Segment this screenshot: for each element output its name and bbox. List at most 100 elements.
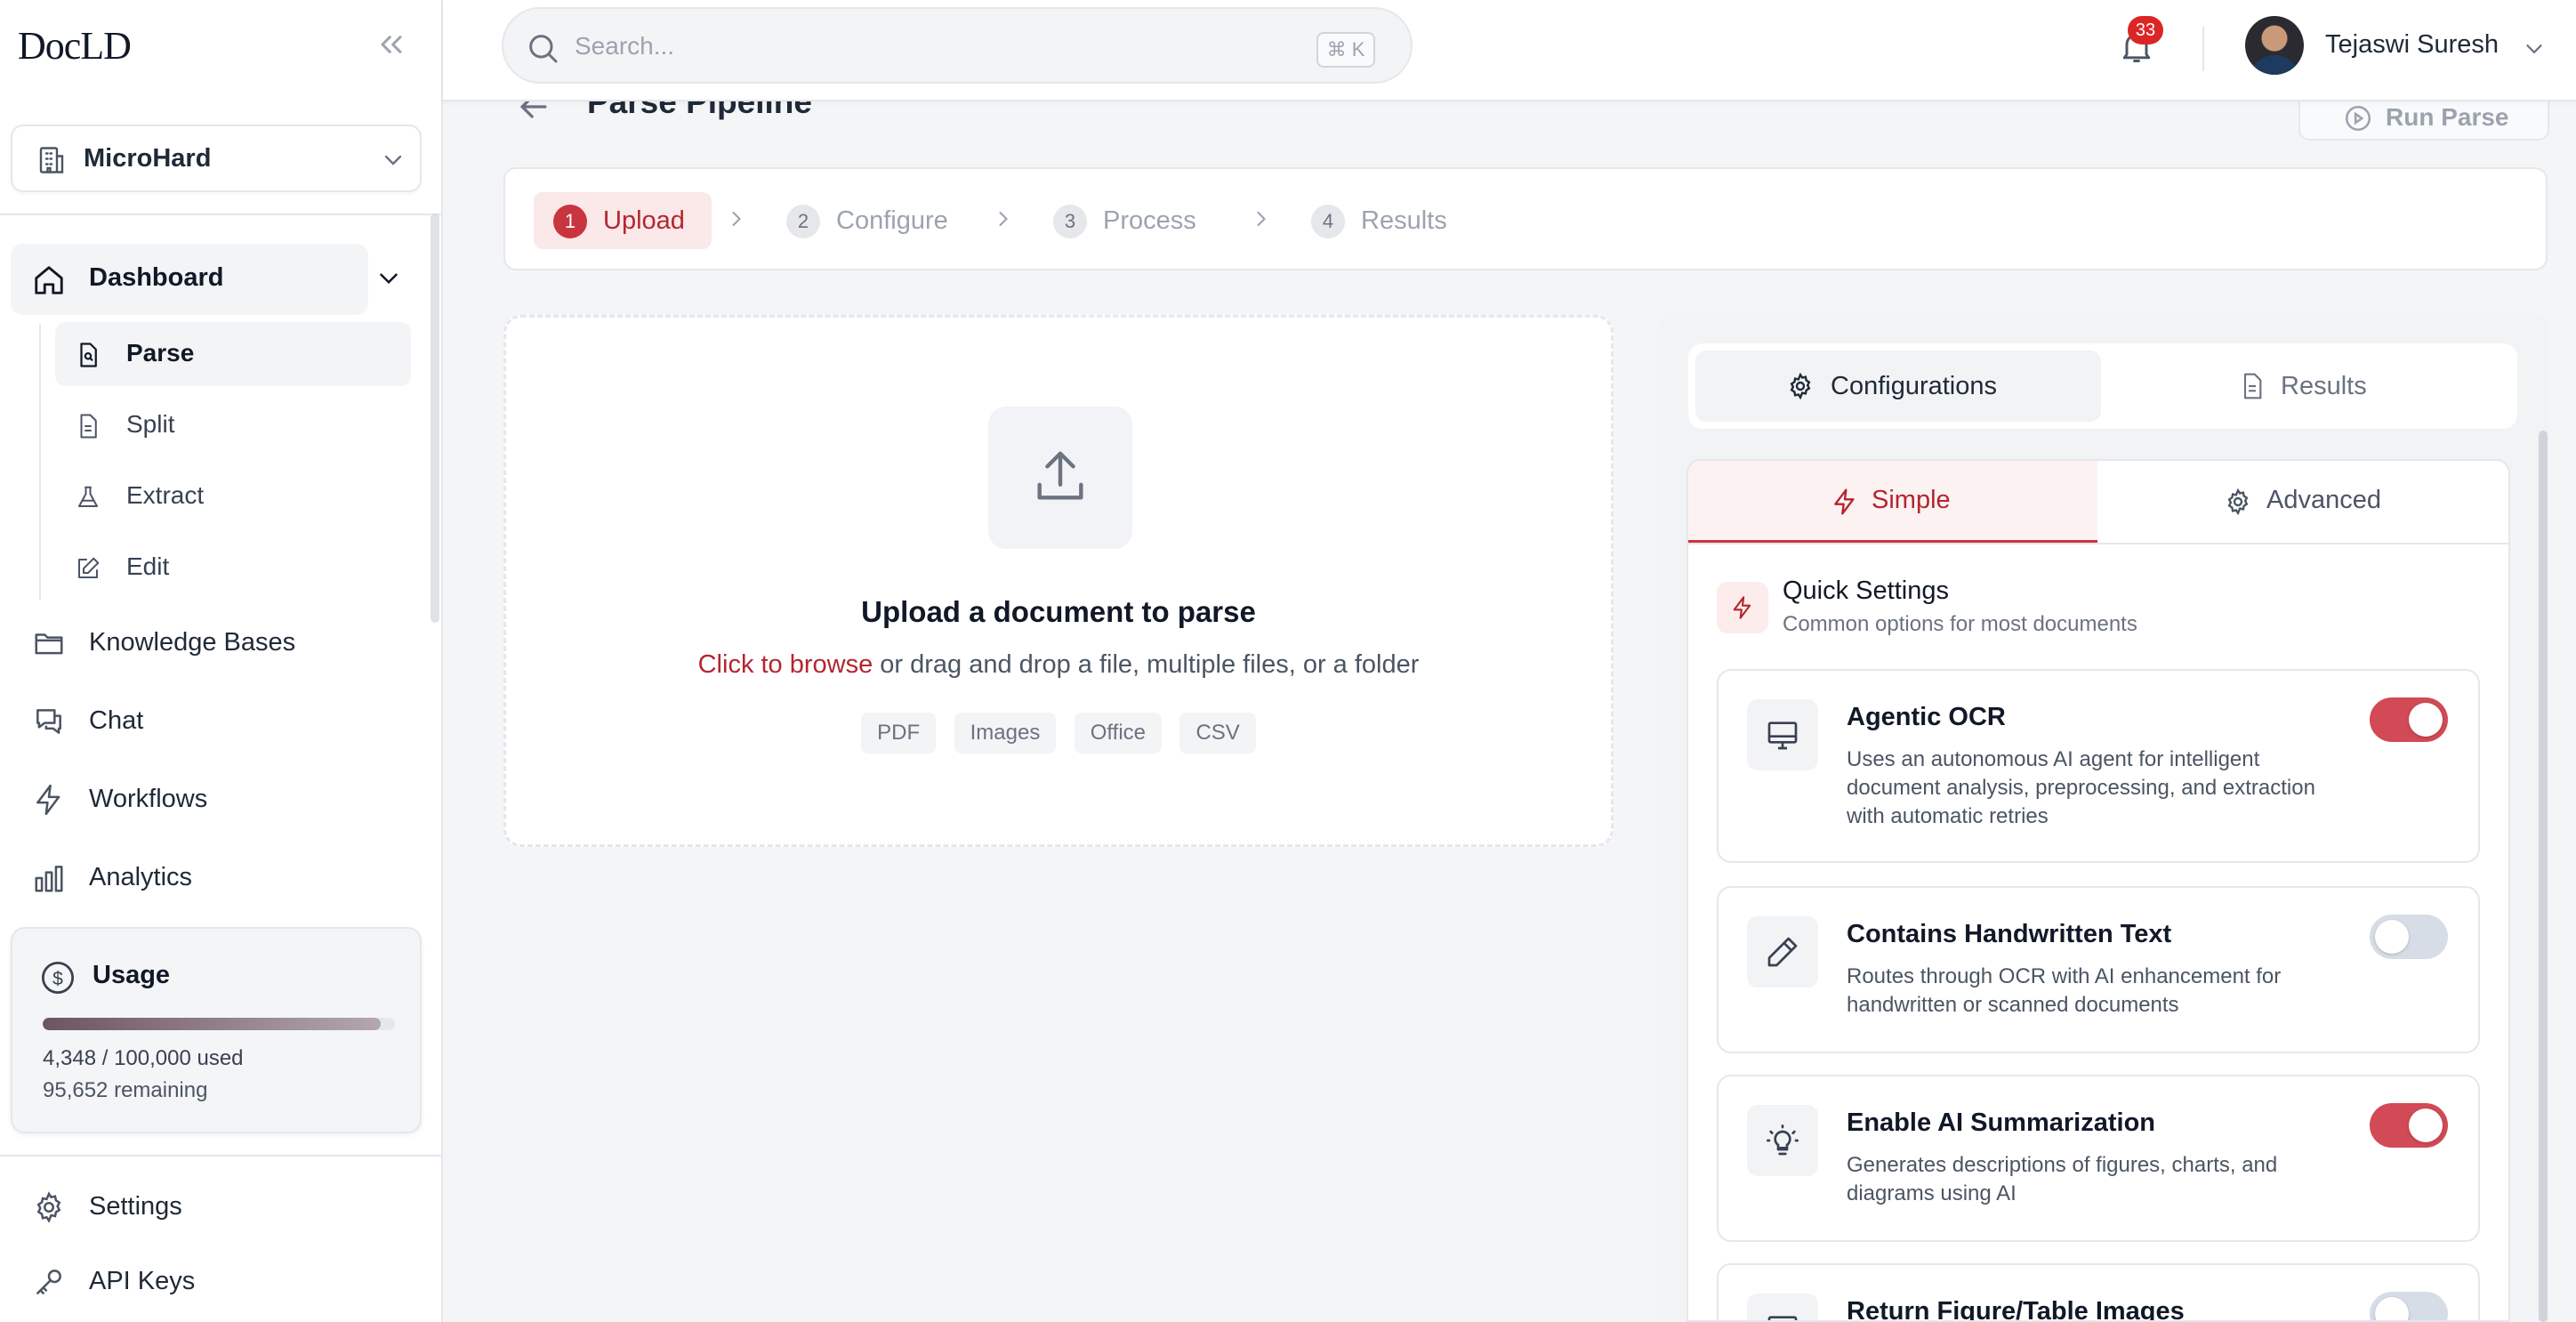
bar-chart-icon [32, 861, 66, 895]
shortcut-hint: ⌘ K [1316, 32, 1375, 68]
agentic-ocr-toggle[interactable] [2370, 697, 2448, 742]
sidebar-item-label: Chat [89, 706, 144, 735]
sidebar-item-workflows[interactable]: Workflows [11, 765, 422, 833]
mode-tabs: Simple Advanced [1688, 461, 2508, 544]
option-title: Agentic OCR [1847, 703, 2006, 731]
tab-advanced[interactable]: Advanced [2099, 461, 2508, 543]
browse-link[interactable]: Click to browse [698, 650, 873, 679]
panel-tabs: Configurations Results [1688, 343, 2517, 429]
tab-results[interactable]: Results [2105, 351, 2510, 422]
upload-dropzone[interactable]: Upload a document to parse Click to brow… [503, 315, 1614, 847]
lightning-icon [1733, 596, 1751, 619]
building-icon [36, 144, 68, 176]
tab-label: Simple [1872, 486, 1951, 514]
home-icon [32, 263, 66, 297]
collapse-sidebar-icon[interactable] [374, 27, 409, 62]
upload-instructions: Click to browse or drag and drop a file,… [506, 650, 1611, 680]
step-number: 2 [786, 205, 820, 238]
step-label: Process [1103, 206, 1196, 235]
sidebar-item-api-keys[interactable]: API Keys [11, 1247, 422, 1315]
step-configure[interactable]: 2 Configure [767, 192, 980, 249]
sidebar-item-analytics[interactable]: Analytics [11, 843, 422, 911]
play-circle-icon [2343, 103, 2373, 133]
dashboard-expand-toggle[interactable] [374, 263, 404, 294]
sidebar-scrollbar[interactable] [431, 214, 439, 623]
sidebar-item-chat[interactable]: Chat [11, 687, 422, 754]
usage-title: Usage [93, 961, 171, 989]
brand-logo[interactable]: DocLD [18, 23, 132, 69]
sidebar-item-label: Knowledge Bases [89, 628, 296, 657]
ai-summarization-toggle[interactable] [2370, 1103, 2448, 1148]
sidebar-item-knowledge-bases[interactable]: Knowledge Bases [11, 609, 422, 676]
pipeline-stepper: 1 Upload 2 Configure 3 Process 4 Results [503, 167, 2548, 270]
tab-configurations[interactable]: Configurations [1695, 351, 2101, 422]
upload-title: Upload a document to parse [861, 595, 1256, 628]
sidebar-item-label: Parse [126, 339, 195, 367]
lightbulb-icon [1747, 1105, 1818, 1176]
gear-icon [32, 1190, 66, 1224]
sidebar-item-edit[interactable]: Edit [55, 536, 411, 600]
chevron-down-icon [379, 146, 407, 174]
format-chips: PDF Images Office CSV [506, 713, 1611, 754]
chat-bubbles-icon [32, 705, 66, 738]
sidebar-item-extract[interactable]: Extract [55, 464, 411, 528]
search-icon [525, 30, 560, 66]
option-title: Enable AI Summarization [1847, 1108, 2155, 1137]
chevron-right-icon [1249, 206, 1274, 231]
document-icon [2238, 372, 2266, 400]
quick-settings-icon-box [1717, 582, 1768, 633]
step-number: 4 [1311, 205, 1345, 238]
top-bar: ⌘ K 33 Tejaswi Suresh [443, 0, 2576, 101]
divider [0, 1155, 441, 1157]
option-description: Routes through OCR with AI enhancement f… [1847, 964, 2282, 1017]
sidebar-item-label: Edit [126, 552, 170, 580]
usage-progress-fill [43, 1018, 382, 1030]
search-input[interactable] [575, 27, 1233, 66]
step-process[interactable]: 3 Process [1034, 192, 1238, 249]
sidebar: DocLD MicroHard Dashboard Parse Split Ex… [0, 0, 443, 1322]
org-selector[interactable]: MicroHard [11, 125, 422, 192]
file-icon [75, 413, 101, 439]
gear-icon [1786, 372, 1815, 400]
sidebar-item-dashboard[interactable]: Dashboard [11, 244, 368, 315]
user-name[interactable]: Tejaswi Suresh [2325, 30, 2499, 60]
sidebar-item-split[interactable]: Split [55, 393, 411, 457]
step-number: 1 [553, 205, 587, 238]
submenu-rail [39, 324, 41, 600]
step-results[interactable]: 4 Results [1292, 192, 1487, 249]
upload-icon-box [988, 407, 1132, 549]
chevron-down-icon[interactable] [2521, 36, 2548, 62]
flask-icon [75, 484, 101, 511]
option-figure-table-images: Return Figure/Table Images [1717, 1263, 2480, 1322]
option-title: Return Figure/Table Images [1847, 1297, 2185, 1322]
file-scan-icon [75, 342, 101, 368]
handwritten-text-toggle[interactable] [2370, 915, 2448, 959]
image-icon [1747, 1294, 1818, 1320]
tab-label: Results [2281, 372, 2367, 400]
panel-scrollbar[interactable] [2539, 431, 2548, 1322]
divider [0, 214, 441, 215]
option-description: Generates descriptions of figures, chart… [1847, 1153, 2278, 1205]
avatar[interactable] [2245, 16, 2304, 75]
brand-row: DocLD [0, 0, 443, 93]
step-upload[interactable]: 1 Upload [534, 192, 712, 249]
sidebar-item-label: API Keys [89, 1267, 196, 1295]
tab-label: Advanced [2266, 486, 2381, 514]
lightning-icon [1831, 488, 1859, 516]
usage-progress-bar [43, 1018, 395, 1030]
sidebar-item-label: Workflows [89, 785, 208, 813]
format-chip: Office [1074, 713, 1163, 754]
tab-simple[interactable]: Simple [1688, 461, 2097, 543]
search-bar[interactable]: ⌘ K [502, 7, 1413, 84]
run-parse-label: Run Parse [2386, 103, 2509, 131]
monitor-icon [1747, 699, 1818, 770]
figure-table-images-toggle[interactable] [2370, 1292, 2448, 1320]
step-label: Upload [603, 206, 685, 235]
svg-text:$: $ [52, 969, 63, 989]
sidebar-item-settings[interactable]: Settings [11, 1173, 422, 1240]
usage-used-text: 4,348 / 100,000 used [43, 1046, 244, 1070]
upload-icon [1037, 451, 1083, 500]
sidebar-item-label: Extract [126, 481, 205, 509]
tab-label: Configurations [1831, 372, 1997, 400]
sidebar-item-parse[interactable]: Parse [55, 322, 411, 386]
